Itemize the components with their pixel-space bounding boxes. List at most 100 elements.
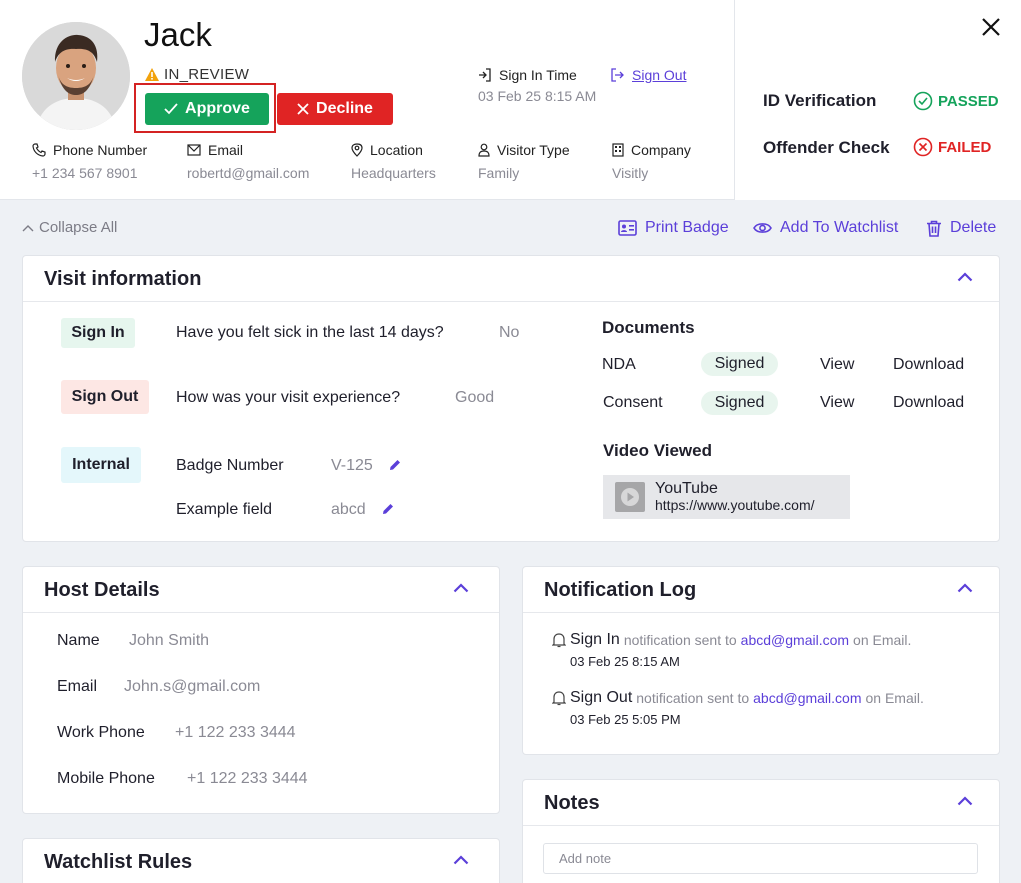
notification-entry: Sign Out notification sent to abcd@gmail… — [552, 687, 924, 731]
document-name: NDA — [602, 356, 636, 373]
chevron-up-icon[interactable] — [453, 855, 469, 865]
failed-text: FAILED — [938, 138, 992, 156]
email-value: robertd@gmail.com — [187, 165, 310, 181]
host-email-label: Email — [57, 678, 98, 695]
sign-out-label: Sign Out — [632, 67, 687, 83]
field-label: Badge Number — [176, 457, 284, 474]
sign-in-time: Sign In Time 03 Feb 25 8:15 AM — [478, 67, 596, 104]
phone-field: Phone Number +1 234 567 8901 — [32, 142, 147, 181]
video-item[interactable]: YouTube https://www.youtube.com/ — [603, 475, 850, 519]
host-work-phone-label: Work Phone — [57, 724, 145, 741]
sign-in-tag: Sign In — [61, 318, 135, 348]
approve-button[interactable]: Approve — [145, 93, 269, 125]
chevron-up-icon[interactable] — [957, 796, 973, 806]
notification-text: notification sent to — [623, 632, 737, 648]
visit-information-header[interactable]: Visit information — [23, 256, 999, 302]
verification-panel: ID Verification PASSED Offender Check FA… — [734, 0, 1021, 200]
sign-out-link[interactable]: Sign Out — [610, 67, 686, 83]
visitor-type-label: Visitor Type — [497, 142, 570, 158]
warning-icon — [144, 67, 160, 82]
download-link[interactable]: Download — [893, 356, 964, 374]
notes-title: Notes — [544, 792, 600, 814]
location-pin-icon — [351, 143, 363, 157]
notification-time: 03 Feb 25 5:05 PM — [570, 712, 681, 727]
host-email-value: John.s@gmail.com — [124, 678, 261, 695]
decline-label: Decline — [316, 100, 373, 117]
sign-out-tag: Sign Out — [61, 380, 149, 414]
notes-header[interactable]: Notes — [523, 780, 999, 826]
badge-icon — [618, 220, 637, 236]
chevron-up-icon[interactable] — [957, 272, 973, 282]
phone-icon — [32, 143, 46, 157]
sign-in-time-label: Sign In Time — [499, 67, 577, 83]
decline-button[interactable]: Decline — [277, 93, 393, 125]
bell-icon — [552, 632, 566, 648]
edit-icon[interactable] — [381, 502, 395, 516]
notification-log-header[interactable]: Notification Log — [523, 567, 999, 613]
mail-icon — [187, 144, 201, 156]
notification-email[interactable]: abcd@gmail.com — [753, 687, 861, 709]
status-text: IN_REVIEW — [164, 66, 250, 83]
watchlist-rules-header[interactable]: Watchlist Rules — [23, 839, 499, 883]
chevron-up-icon[interactable] — [957, 583, 973, 593]
view-link[interactable]: View — [820, 356, 854, 374]
company-value: Visitly — [612, 165, 649, 181]
play-icon — [615, 482, 645, 512]
company-field: Company Visitly — [612, 142, 691, 181]
add-to-watchlist-label: Add To Watchlist — [780, 219, 899, 236]
host-name-value: John Smith — [129, 632, 210, 649]
print-badge-button[interactable]: Print Badge — [618, 219, 729, 237]
location-field: Location Headquarters — [351, 142, 436, 181]
document-status: Signed — [701, 391, 778, 415]
notification-channel: on Email. — [853, 632, 912, 648]
company-label: Company — [631, 142, 691, 158]
notification-log-title: Notification Log — [544, 579, 697, 601]
check-circle-icon — [913, 91, 933, 111]
location-label: Location — [370, 142, 423, 158]
chevron-up-icon[interactable] — [453, 583, 469, 593]
notification-text: notification sent to — [636, 690, 750, 706]
close-icon[interactable] — [981, 17, 1001, 37]
id-verification-label: ID Verification — [763, 91, 877, 110]
download-link[interactable]: Download — [893, 394, 964, 412]
approve-label: Approve — [185, 100, 250, 117]
document-name: Consent — [603, 394, 663, 411]
id-verification-result: PASSED — [913, 91, 999, 111]
check-icon — [164, 103, 178, 115]
status-badge: IN_REVIEW — [144, 66, 249, 83]
notification-email[interactable]: abcd@gmail.com — [741, 629, 849, 651]
building-icon — [612, 143, 624, 157]
notification-event: Sign Out — [570, 689, 633, 706]
question-text: Have you felt sick in the last 14 days? — [176, 324, 444, 341]
email-field: Email robertd@gmail.com — [187, 142, 309, 181]
host-details-header[interactable]: Host Details — [23, 567, 499, 613]
x-icon — [297, 103, 309, 115]
watchlist-rules-card: Watchlist Rules — [22, 838, 500, 883]
host-mobile-phone-label: Mobile Phone — [57, 770, 155, 787]
visitor-name: Jack — [144, 16, 212, 53]
passed-text: PASSED — [938, 92, 999, 110]
host-name-label: Name — [57, 632, 100, 649]
answer-text: Good — [455, 389, 495, 406]
offender-check-result: FAILED — [913, 137, 991, 157]
field-label: Example field — [176, 501, 273, 518]
video-viewed-title: Video Viewed — [603, 441, 712, 460]
notification-time: 03 Feb 25 8:15 AM — [570, 654, 680, 669]
video-url[interactable]: https://www.youtube.com/ — [655, 497, 815, 514]
add-note-input[interactable] — [543, 843, 978, 874]
answer-text: No — [499, 324, 520, 341]
visitor-type-field: Visitor Type Family — [478, 142, 570, 181]
delete-button[interactable]: Delete — [926, 219, 996, 237]
notification-entry: Sign In notification sent to abcd@gmail.… — [552, 629, 911, 673]
collapse-all-button[interactable]: Collapse All — [22, 219, 117, 236]
view-link[interactable]: View — [820, 394, 854, 412]
trash-icon — [926, 220, 942, 237]
edit-icon[interactable] — [388, 458, 402, 472]
video-text: YouTube https://www.youtube.com/ — [655, 480, 815, 514]
location-value: Headquarters — [351, 165, 436, 181]
x-circle-icon — [913, 137, 933, 157]
add-to-watchlist-button[interactable]: Add To Watchlist — [753, 219, 898, 237]
field-value: abcd — [331, 501, 366, 518]
notification-event: Sign In — [570, 631, 620, 648]
email-label: Email — [208, 142, 244, 158]
